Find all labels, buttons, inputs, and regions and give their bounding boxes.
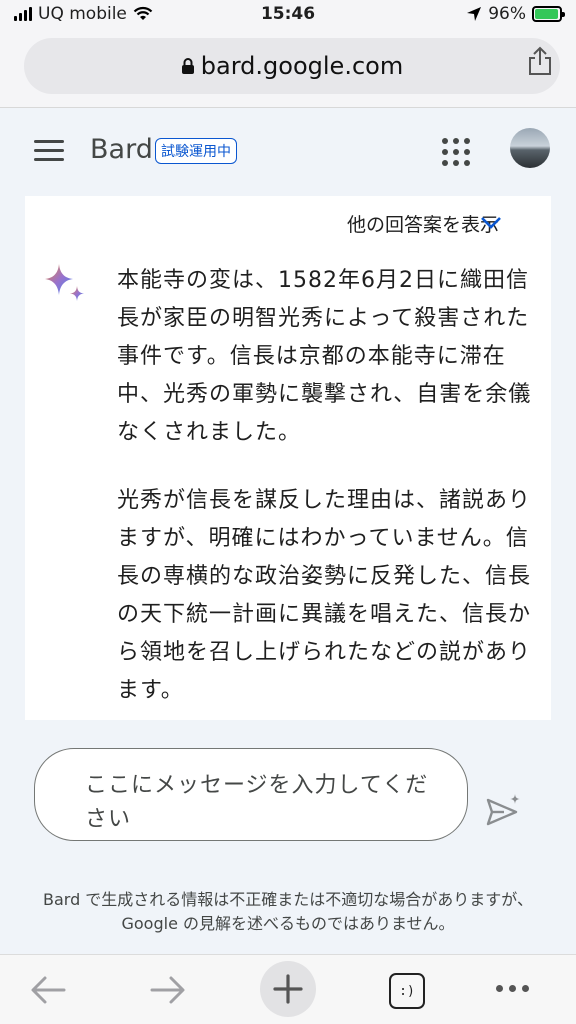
app-header: Bard 試験運用中 [0, 108, 576, 196]
url-text: bard.google.com [200, 52, 404, 80]
battery-fill [535, 9, 559, 19]
view-drafts-button[interactable]: 他の回答案を表示 [347, 210, 499, 237]
share-icon[interactable] [526, 46, 554, 76]
new-tab-plus-icon[interactable] [260, 961, 316, 1017]
chevron-down-icon[interactable] [479, 216, 503, 230]
browser-toolbar: :) [0, 954, 576, 1024]
send-icon[interactable] [484, 792, 524, 832]
message-input[interactable]: ここにメッセージを入力してください [34, 748, 468, 841]
avatar[interactable] [510, 128, 550, 168]
brand-name: Bard [90, 134, 153, 165]
battery-icon [532, 6, 565, 22]
message-input-placeholder: ここにメッセージを入力してください [85, 773, 429, 832]
response-card: 他の回答案を表示 本能寺の変は、1582年6月2日に織田信長が家臣の明智光秀によ… [25, 196, 551, 720]
battery-percent: 96% [488, 4, 526, 24]
experiment-badge: 試験運用中 [155, 138, 237, 164]
status-bar: UQ mobile 15:46 96% [0, 0, 576, 32]
tabs-button[interactable]: :) [389, 973, 425, 1009]
answer-paragraph: 光秀が信長を謀反した理由は、諸説ありますが、明確にはわかっていません。信長の専横… [117, 488, 532, 703]
forward-arrow-icon[interactable] [150, 975, 186, 1005]
menu-icon[interactable] [34, 140, 64, 162]
apps-grid-icon[interactable] [442, 138, 470, 166]
location-arrow-icon [467, 7, 482, 21]
back-arrow-icon[interactable] [30, 975, 66, 1005]
more-menu-icon[interactable] [496, 981, 536, 995]
disclaimer: Bard で生成される情報は不正確または不適切な場合がありますが、Google … [42, 890, 533, 933]
answer-text: 本能寺の変は、1582年6月2日に織田信長が家臣の明智光秀によって殺害された事件… [117, 262, 537, 710]
bard-sparkle-icon [45, 264, 84, 301]
answer-paragraph: 本能寺の変は、1582年6月2日に織田信長が家臣の明智光秀によって殺害された事件… [117, 268, 532, 445]
address-bar[interactable]: bard.google.com [24, 38, 560, 94]
lock-icon [181, 58, 194, 74]
status-right: 96% [466, 4, 565, 24]
browser-chrome: bard.google.com [0, 32, 576, 108]
